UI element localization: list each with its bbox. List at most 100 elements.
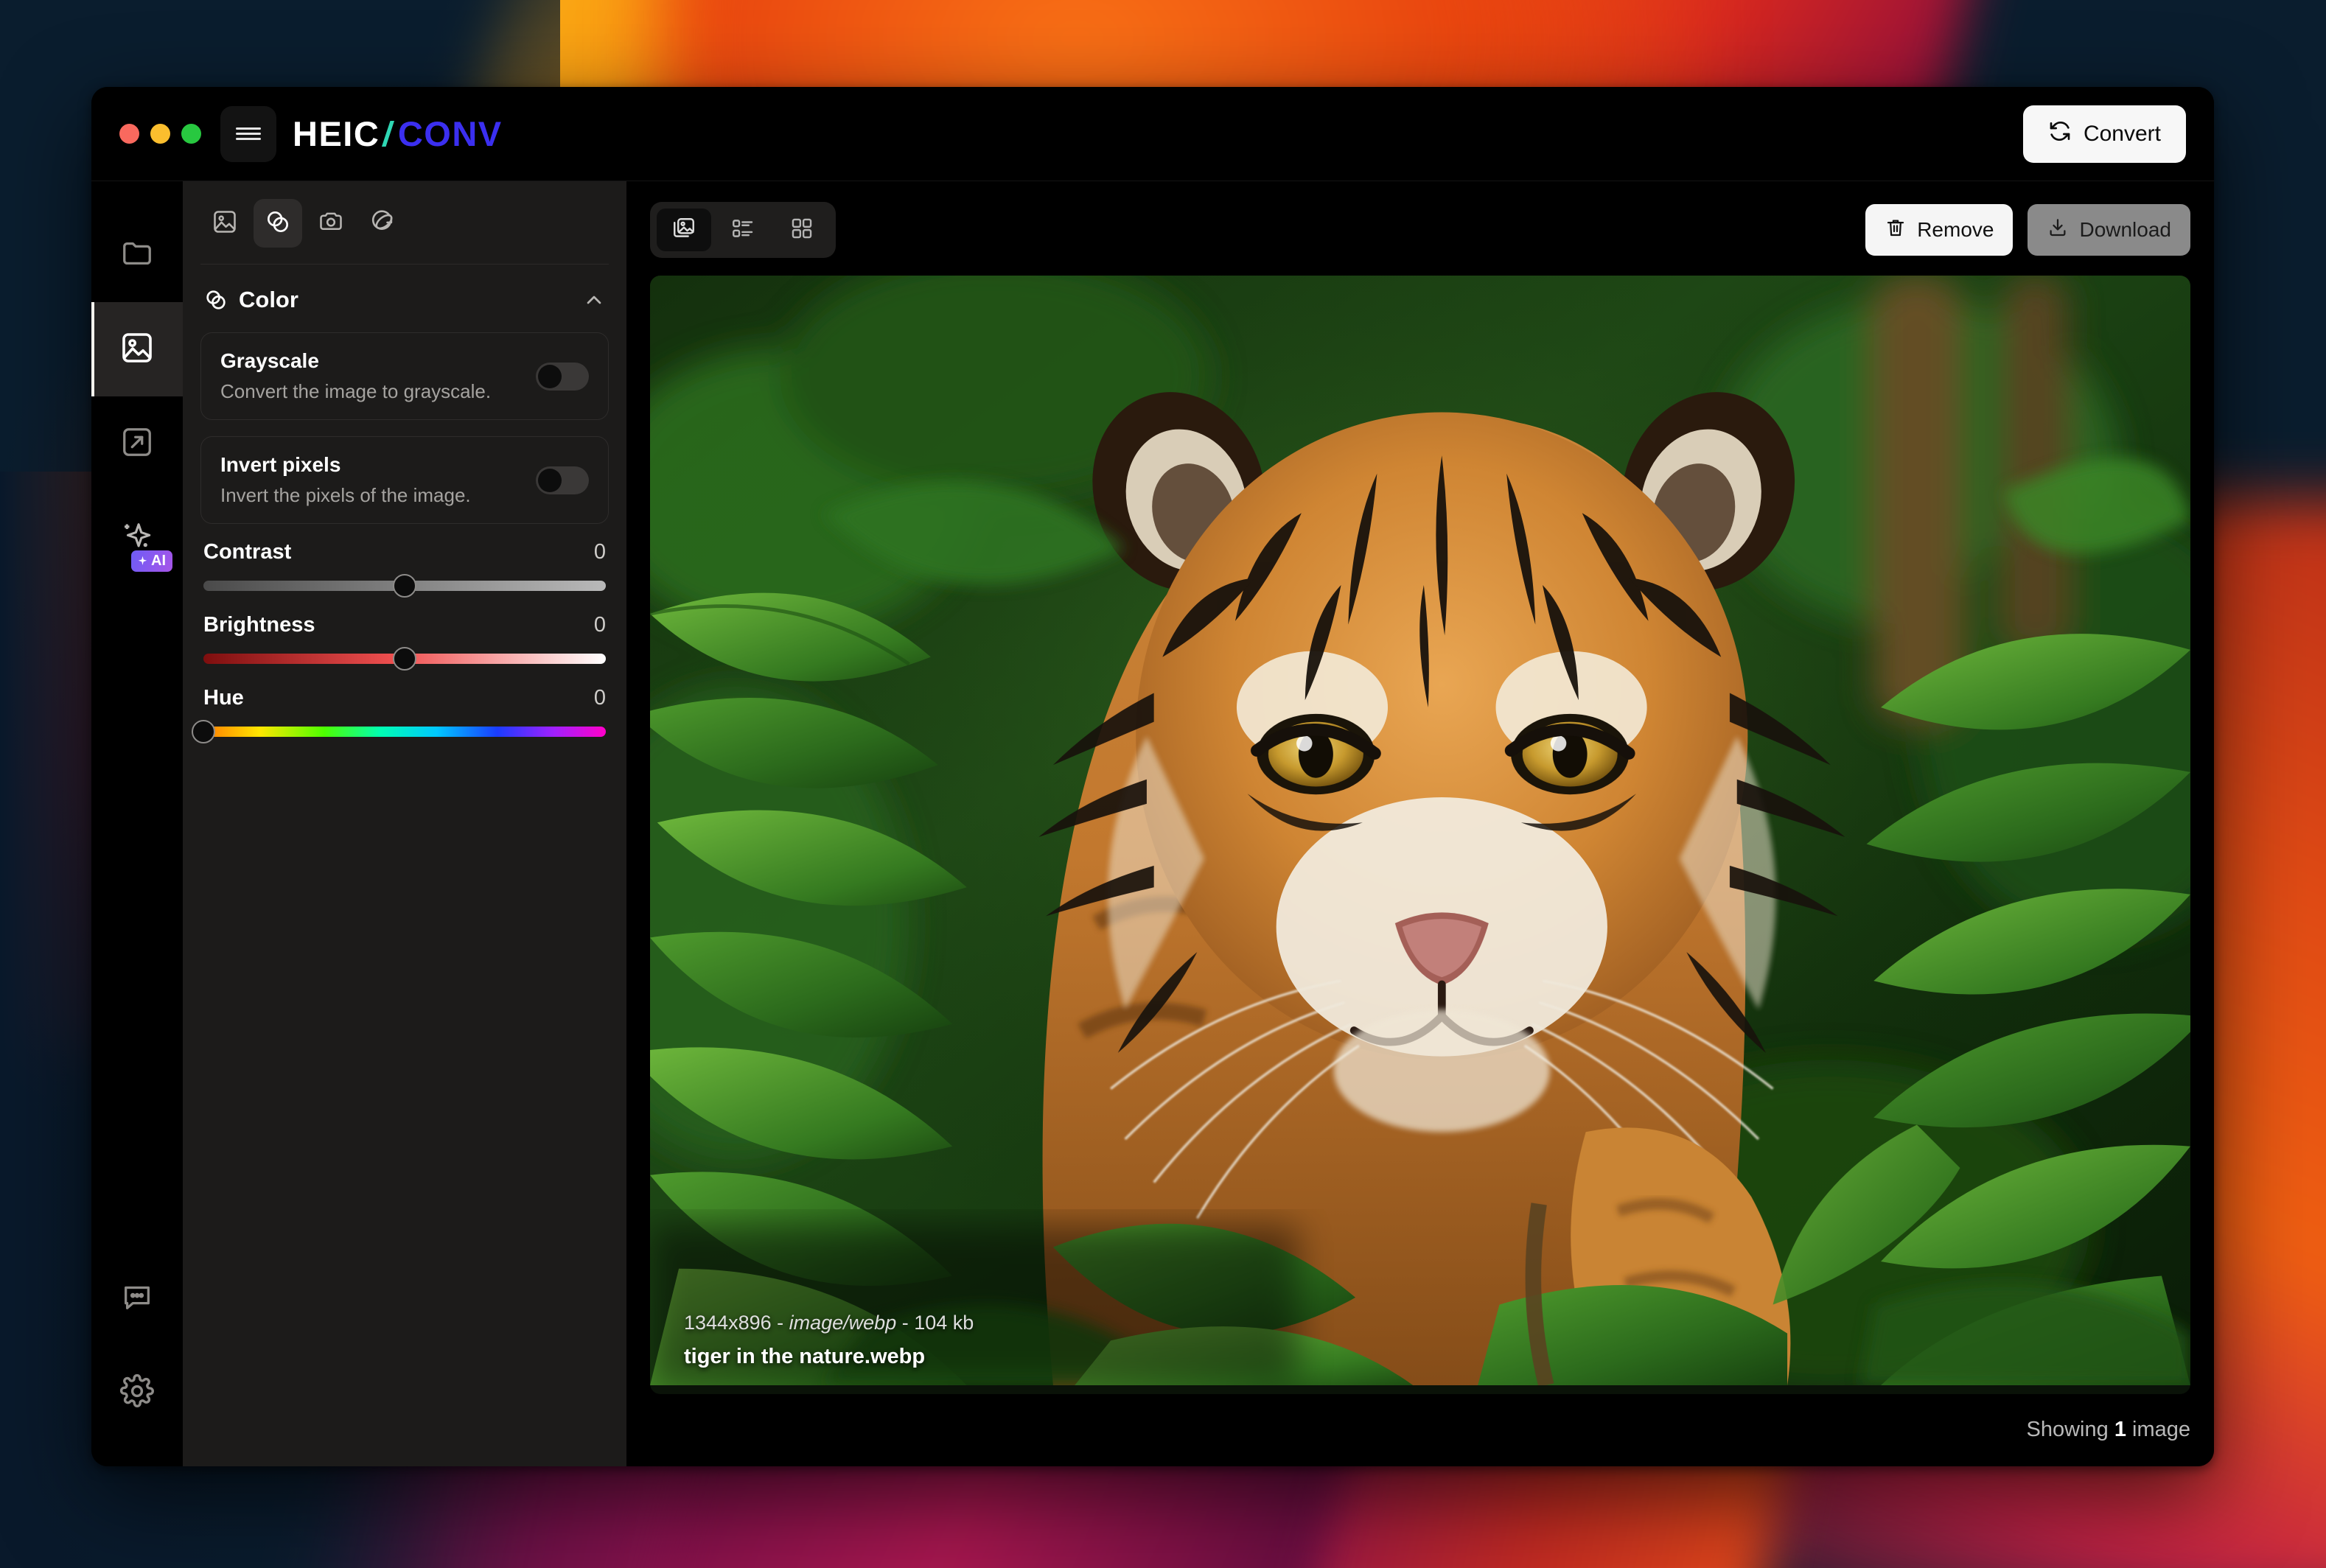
list-icon: [730, 216, 755, 245]
showing-prefix: Showing: [2026, 1418, 2114, 1442]
option-description-grayscale: Convert the image to grayscale.: [220, 380, 492, 402]
slider-brightness-value: 0: [593, 613, 606, 637]
slider-contrast-thumb[interactable]: [393, 574, 416, 598]
slider-contrast-value: 0: [593, 540, 606, 564]
panel-filler: [183, 759, 626, 1466]
slider-brightness-track[interactable]: [203, 647, 606, 671]
image-caption: 1344x896 - image/webp - 104 kb tiger in …: [684, 1312, 974, 1369]
option-title-grayscale: Grayscale: [220, 349, 319, 372]
rotate-3d-icon: [371, 209, 397, 239]
panel-tab-color[interactable]: [254, 199, 302, 248]
download-button-label: Download: [2079, 218, 2171, 241]
title-bar: HEIC / CONV Convert: [91, 87, 2214, 181]
window-controls: [113, 124, 201, 144]
image-meta-dimensions: 1344x896: [684, 1311, 772, 1334]
external-link-icon: [120, 425, 154, 463]
color-section-title: Color: [239, 287, 298, 312]
slider-hue-track[interactable]: [192, 720, 606, 743]
slider-hue: Hue 0: [183, 686, 626, 743]
image-preview: [650, 276, 2190, 1385]
chat-bubble-icon: [120, 1280, 154, 1317]
image-filename: tiger in the nature.webp: [684, 1344, 926, 1368]
option-text-invert-pixels: Invert pixels Invert the pixels of the i…: [220, 453, 536, 507]
ai-badge: AI: [131, 550, 172, 572]
main-footer: Showing 1 image: [650, 1394, 2191, 1466]
maximize-button[interactable]: [181, 124, 201, 144]
brand-conv: CONV: [397, 114, 503, 153]
rail-item-feedback[interactable]: [91, 1251, 183, 1345]
rail-item-export[interactable]: [91, 396, 183, 491]
panel-tab-camera[interactable]: [307, 199, 355, 248]
brand-heic: HEIC: [293, 114, 380, 153]
chevron-up-icon[interactable]: [582, 288, 606, 312]
main-toolbar: Remove Download: [650, 202, 2190, 258]
slider-contrast-track[interactable]: [203, 574, 606, 598]
remove-button-label: Remove: [1917, 218, 1994, 241]
image-meta: 1344x896 - image/webp - 104 kb: [684, 1312, 974, 1334]
option-title-invert-pixels: Invert pixels: [220, 453, 341, 476]
slider-hue-thumb[interactable]: [192, 720, 215, 743]
download-icon: [2047, 217, 2069, 244]
trash-icon: [1885, 217, 1907, 244]
main-content: Remove Download 1344x896 - image/webp - …: [626, 181, 2214, 1466]
overlapping-circles-icon: [264, 208, 292, 239]
image-icon: [119, 330, 155, 369]
app-window: HEIC / CONV Convert AI Color Grayscale C…: [91, 87, 2214, 1466]
view-mode-list[interactable]: [716, 209, 770, 251]
grid-icon: [789, 216, 814, 245]
brand-separator: /: [380, 114, 397, 153]
option-card-grayscale: Grayscale Convert the image to grayscale…: [200, 332, 609, 420]
showing-count: Showing 1 image: [2027, 1418, 2191, 1442]
rail-item-ai[interactable]: AI: [91, 491, 183, 585]
option-description-invert-pixels: Invert the pixels of the image.: [220, 484, 471, 506]
slider-brightness-thumb[interactable]: [393, 647, 416, 671]
window-body: AI Color Grayscale Convert the image to …: [91, 181, 2214, 1466]
download-button[interactable]: Download: [2028, 204, 2190, 256]
showing-suffix: image: [2126, 1418, 2190, 1442]
view-mode-single[interactable]: [657, 209, 711, 251]
grayscale-toggle[interactable]: [536, 362, 589, 391]
slider-hue-head: Hue 0: [203, 686, 606, 710]
slider-hue-label: Hue: [203, 686, 244, 710]
panel-tab-rotate[interactable]: [360, 199, 408, 248]
slider-hue-value: 0: [593, 686, 606, 710]
view-mode-grid[interactable]: [775, 209, 829, 251]
convert-button[interactable]: Convert: [2022, 105, 2186, 163]
convert-button-label: Convert: [2083, 121, 2161, 146]
rail-item-settings[interactable]: [91, 1345, 183, 1440]
rail-item-folder[interactable]: [91, 208, 183, 302]
image-icon: [212, 209, 238, 239]
panel-tab-bar: [183, 181, 626, 264]
option-card-invert-pixels: Invert pixels Invert the pixels of the i…: [200, 436, 609, 524]
slider-brightness-label: Brightness: [203, 613, 315, 637]
remove-button[interactable]: Remove: [1865, 204, 2014, 256]
color-section-header[interactable]: Color: [183, 265, 626, 332]
image-preview-card[interactable]: 1344x896 - image/webp - 104 kb tiger in …: [650, 276, 2190, 1394]
overlapping-circles-icon: [203, 287, 228, 312]
slider-contrast-head: Contrast 0: [203, 540, 606, 564]
image-meta-type: image/webp: [789, 1311, 897, 1334]
gear-icon: [119, 1373, 155, 1413]
app-logo: HEIC / CONV: [293, 113, 503, 154]
minimize-button[interactable]: [150, 124, 170, 144]
slider-contrast: Contrast 0: [183, 540, 626, 598]
image-meta-sep-2: -: [896, 1311, 915, 1334]
hamburger-icon[interactable]: [220, 105, 276, 162]
icon-rail: AI: [91, 181, 183, 1466]
panel-tab-image[interactable]: [200, 199, 249, 248]
invert-pixels-toggle[interactable]: [536, 466, 589, 494]
camera-icon: [318, 209, 344, 239]
ai-badge-label: AI: [151, 553, 166, 569]
folder-icon: [120, 237, 154, 274]
slider-contrast-label: Contrast: [203, 540, 292, 564]
view-mode-switch: [650, 202, 836, 258]
slider-brightness: Brightness 0: [183, 613, 626, 671]
settings-panel: Color Grayscale Convert the image to gra…: [183, 181, 626, 1466]
image-meta-size: 104 kb: [914, 1311, 974, 1334]
option-text-grayscale: Grayscale Convert the image to grayscale…: [220, 349, 536, 403]
rail-item-image[interactable]: [91, 302, 183, 396]
slider-brightness-head: Brightness 0: [203, 613, 606, 637]
image-stack-icon: [671, 216, 696, 245]
close-button[interactable]: [119, 124, 139, 144]
refresh-icon: [2048, 119, 2072, 149]
